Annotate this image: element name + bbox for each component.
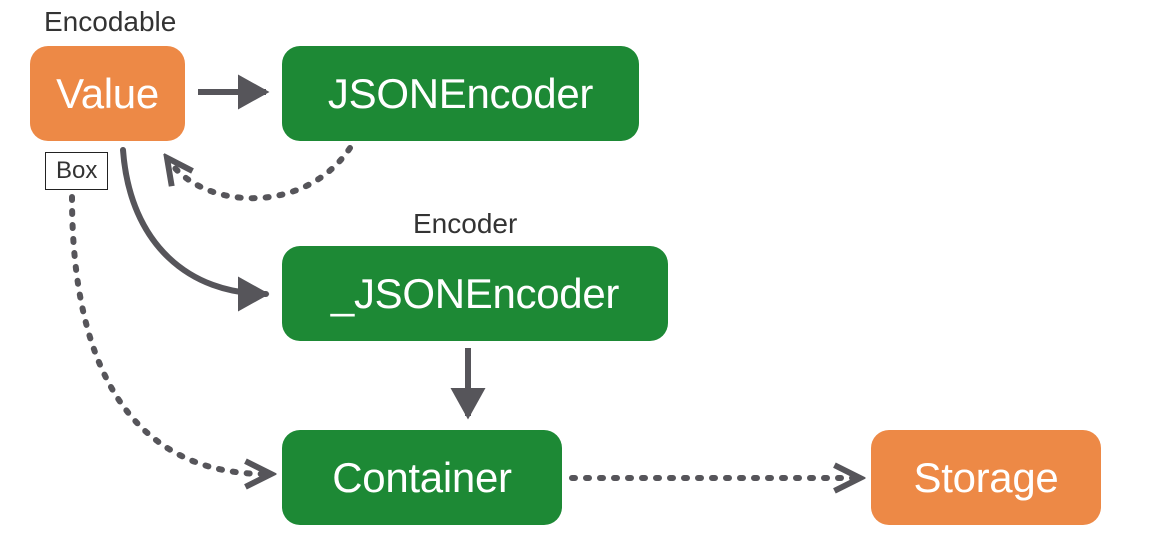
box-label: Box: [45, 152, 108, 190]
edge-value-to-privjsonencoder: [123, 150, 266, 294]
node-value: Value: [30, 46, 185, 141]
node-priv-json-encoder: _JSONEncoder: [282, 246, 668, 341]
node-json-encoder: JSONEncoder: [282, 46, 639, 141]
node-container: Container: [282, 430, 562, 525]
node-storage: Storage: [871, 430, 1101, 525]
annotation-encodable: Encodable: [44, 6, 176, 38]
edge-jsonencoder-to-value: [170, 148, 350, 198]
edge-box-to-container: [72, 197, 266, 474]
annotation-encoder: Encoder: [413, 208, 517, 240]
